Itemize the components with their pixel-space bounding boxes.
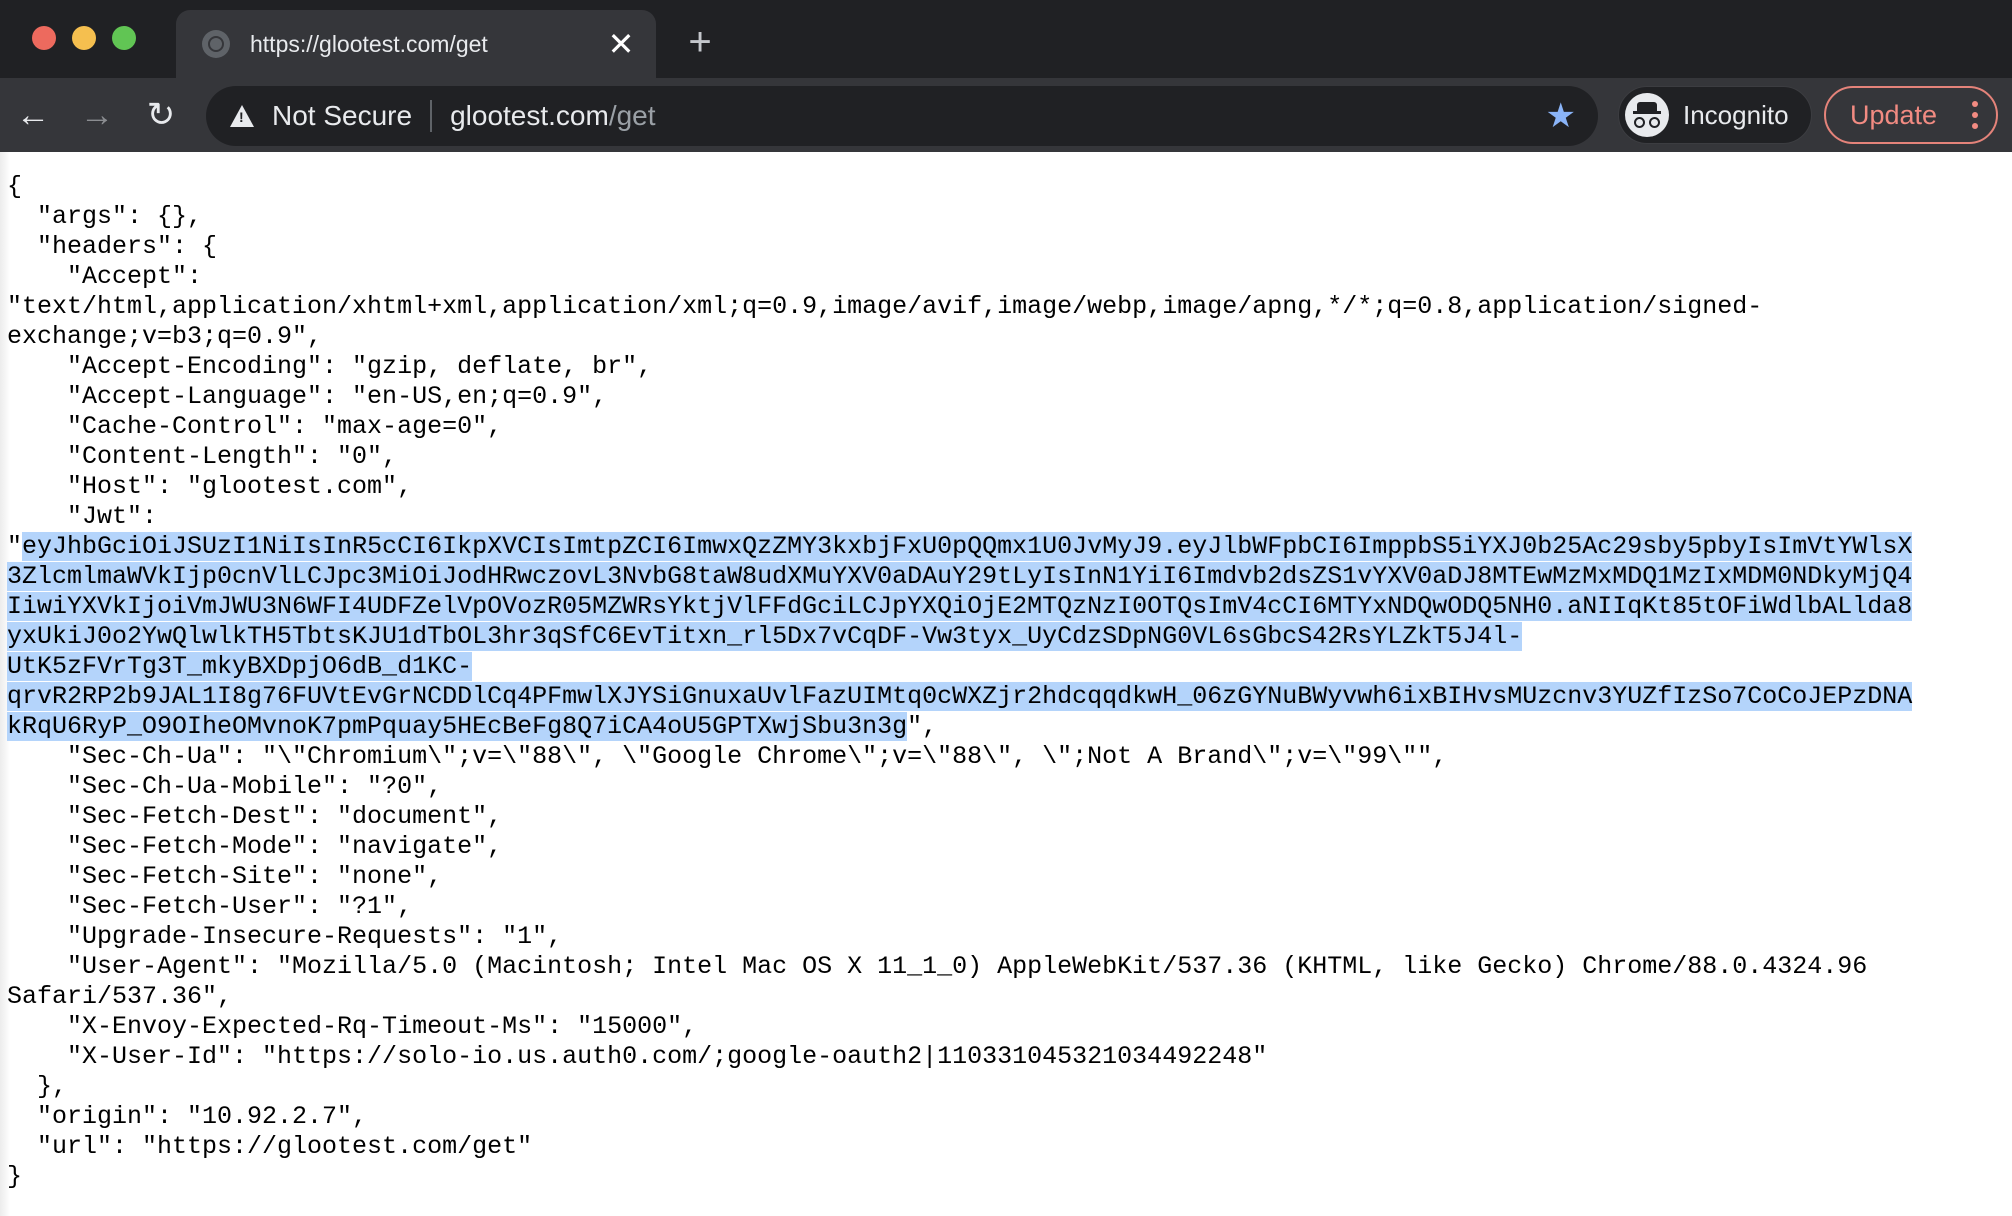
jwt-selected[interactable]: 3ZlcmlmaWVkIjp0cnVlLCJpc3MiOiJodHRwczovL…: [7, 562, 1913, 591]
security-status[interactable]: Not Secure: [272, 100, 412, 132]
json-line: "Jwt":: [7, 502, 158, 531]
json-line: "X-User-Id": "https://solo-io.us.auth0.c…: [7, 1042, 1268, 1071]
jwt-selected[interactable]: qrvR2RP2b9JAL1I8g76FUVtEvGrNCDDlCq4PFmwl…: [7, 682, 1913, 711]
json-response: { "args": {}, "headers": { "Accept": "tex…: [7, 172, 1913, 1192]
json-line: "X-Envoy-Expected-Rq-Timeout-Ms": "15000…: [7, 1012, 698, 1041]
url-path[interactable]: /get: [609, 100, 656, 132]
more-menu-icon[interactable]: [1972, 101, 1978, 129]
tab-close-icon[interactable]: ✕: [606, 28, 636, 60]
forward-arrow-icon[interactable]: →: [76, 94, 118, 136]
json-line: "origin": "10.92.2.7",: [7, 1102, 368, 1131]
json-line: "Sec-Fetch-Site": "none",: [7, 862, 443, 891]
window-maximize-button[interactable]: [112, 26, 136, 50]
url-host[interactable]: glootest.com: [450, 100, 609, 132]
json-line: "Accept-Language": "en-US,en;q=0.9",: [7, 382, 608, 411]
jwt-selected[interactable]: UtK5zFVrTg3T_mkyBXDpjO6dB_d1KC-: [7, 652, 473, 681]
jwt-selected[interactable]: kRqU6RyP_O9OIheOMvnoK7pmPquay5HEcBeFg8Q7…: [7, 712, 908, 741]
browser-toolbar: ← → ↻ Not Secure glootest.com/get ★ Inco…: [0, 78, 2012, 152]
incognito-label: Incognito: [1683, 99, 1789, 130]
bookmark-star-icon[interactable]: ★: [1546, 98, 1576, 134]
json-line: "Sec-Ch-Ua-Mobile": "?0",: [7, 772, 443, 801]
warning-icon[interactable]: [230, 105, 254, 127]
json-line: "text/html,application/xhtml+xml,applica…: [7, 292, 1763, 321]
json-line: "Cache-Control": "max-age=0",: [7, 412, 503, 441]
jwt-selected[interactable]: IiwiYXVkIjoiVmJWU3N6WFI4UDFZelVpOVozR05M…: [7, 592, 1913, 621]
globe-icon: [202, 30, 230, 58]
tab-active[interactable]: https://glootest.com/get ✕: [176, 10, 656, 78]
address-bar[interactable]: Not Secure glootest.com/get ★: [206, 86, 1598, 146]
json-line: "Content-Length": "0",: [7, 442, 398, 471]
json-line: "Accept-Encoding": "gzip, deflate, br",: [7, 352, 653, 381]
jwt-selected[interactable]: eyJhbGciOiJSUzI1NiIsInR5cCI6IkpXVCIsImtp…: [22, 532, 1913, 561]
json-line: "Host": "glootest.com",: [7, 472, 413, 501]
back-arrow-icon[interactable]: ←: [12, 94, 54, 136]
address-divider: [430, 100, 433, 132]
update-label: Update: [1850, 99, 1938, 130]
new-tab-button[interactable]: +: [682, 22, 718, 62]
incognito-icon: [1625, 93, 1669, 137]
json-line: },: [7, 1072, 68, 1101]
json-line: Safari/537.36",: [7, 982, 233, 1011]
tab-strip: https://glootest.com/get ✕ +: [0, 0, 2012, 78]
window-minimize-button[interactable]: [72, 26, 96, 50]
json-line: "url": "https://glootest.com/get": [7, 1132, 533, 1161]
json-line: "Accept":: [7, 262, 203, 291]
json-line: "Sec-Ch-Ua": "\"Chromium\";v=\"88\", \"G…: [7, 742, 1448, 771]
jwt-first-line: "eyJhbGciOiJSUzI1NiIsInR5cCI6IkpXVCIsImt…: [7, 532, 1913, 561]
window-close-button[interactable]: [32, 26, 56, 50]
json-line: "Upgrade-Insecure-Requests": "1",: [7, 922, 563, 951]
jwt-last-line: kRqU6RyP_O9OIheOMvnoK7pmPquay5HEcBeFg8Q7…: [7, 712, 938, 741]
json-line: exchange;v=b3;q=0.9",: [7, 322, 323, 351]
page-content: { "args": {}, "headers": { "Accept": "tex…: [0, 152, 2012, 1216]
json-line: "Sec-Fetch-User": "?1",: [7, 892, 413, 921]
json-line: "Sec-Fetch-Mode": "navigate",: [7, 832, 503, 861]
json-line: "Sec-Fetch-Dest": "document",: [7, 802, 503, 831]
json-line: "User-Agent": "Mozilla/5.0 (Macintosh; I…: [7, 952, 1868, 981]
incognito-button[interactable]: Incognito: [1618, 86, 1812, 144]
jwt-selected[interactable]: yxUkiJ0o2YwQlwlkTH5TbtsKJU1dTbOL3hr3qSfC…: [7, 622, 1523, 651]
update-button[interactable]: Update: [1824, 86, 1998, 144]
reload-icon[interactable]: ↻: [140, 94, 182, 136]
json-line: {: [7, 172, 23, 201]
json-line: "headers": {: [7, 232, 218, 261]
json-line: }: [7, 1162, 23, 1191]
json-line: "args": {},: [7, 202, 203, 231]
tab-title: https://glootest.com/get: [250, 30, 488, 57]
